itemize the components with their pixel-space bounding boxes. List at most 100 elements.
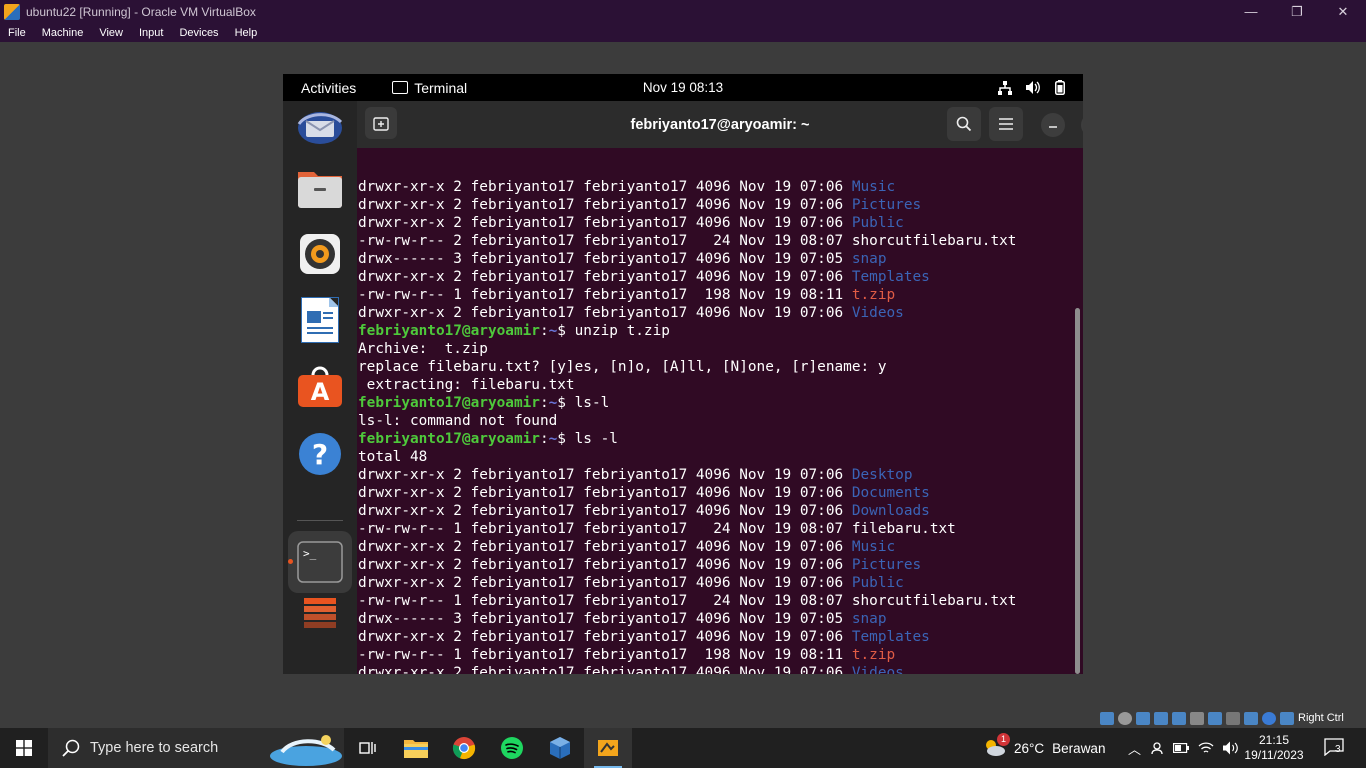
svg-text:>_: >_ — [303, 547, 317, 560]
dock-libreoffice-writer[interactable] — [297, 297, 343, 343]
tray-battery-icon[interactable] — [1173, 742, 1190, 754]
terminal-icon: >_ — [297, 541, 343, 583]
clock-time: 21:15 — [1258, 733, 1290, 747]
terminal-line-segment: $ ls-l — [557, 395, 610, 411]
new-tab-button[interactable] — [365, 107, 397, 139]
dock-files[interactable] — [297, 165, 343, 211]
terminal-line-segment: snap — [851, 251, 887, 267]
windows-logo-icon — [16, 740, 32, 756]
virtualbox-icon — [550, 737, 570, 759]
keyboard-capture-icon[interactable] — [1280, 711, 1294, 725]
terminal-scrollbar[interactable] — [1075, 308, 1080, 674]
menu-view[interactable]: View — [91, 27, 131, 39]
tray-volume-icon[interactable] — [1223, 741, 1239, 755]
dock-thunderbird[interactable] — [297, 105, 343, 151]
notification-count: 3 — [1335, 743, 1341, 755]
vbox-titlebar: ubuntu22 [Running] - Oracle VM VirtualBo… — [0, 0, 1366, 23]
terminal-line-segment: ~ — [548, 431, 558, 447]
terminal-line: extracting: filebaru.txt — [358, 376, 1068, 394]
activities-button[interactable]: Activities — [301, 80, 356, 96]
host-key-label: Right Ctrl — [1298, 712, 1344, 724]
terminal-line-segment: snap — [851, 611, 887, 627]
menu-machine[interactable]: Machine — [34, 27, 92, 39]
search-icon — [62, 739, 80, 757]
usb-icon[interactable] — [1172, 711, 1186, 725]
terminal-line: drwxr-xr-x 2 febriyanto17 febriyanto17 4… — [358, 664, 1068, 674]
network-adapter-icon[interactable] — [1154, 711, 1168, 725]
dock-separator — [297, 520, 343, 521]
notification-center-button[interactable]: 3 — [1324, 737, 1344, 759]
terminal-window[interactable]: febriyanto17@aryoamir: ~ drwxr-xr-x 2 fe… — [357, 101, 1083, 674]
weather-widget[interactable]: 1 26°C Berawan — [982, 732, 1105, 760]
terminal-line-segment: Documents — [851, 485, 930, 501]
minimize-icon — [1049, 126, 1057, 128]
terminal-line-segment: drwxr-xr-x 2 febriyanto17 febriyanto17 4… — [358, 503, 852, 519]
search-button[interactable] — [947, 107, 981, 141]
weather-badge: 1 — [997, 732, 1010, 746]
taskbar-search-box[interactable]: Type here to search — [48, 728, 344, 768]
app-menu[interactable]: Terminal — [392, 80, 467, 96]
battery-icon — [1055, 80, 1065, 95]
menu-file[interactable]: File — [0, 27, 34, 39]
maximize-button[interactable]: ❐ — [1274, 0, 1320, 23]
terminal-line-segment: : — [539, 395, 549, 411]
terminal-minimize-button[interactable] — [1041, 113, 1065, 137]
terminal-line: drwxr-xr-x 2 febriyanto17 febriyanto17 4… — [358, 214, 1068, 232]
cpu-icon[interactable] — [1244, 711, 1258, 725]
terminal-line-segment: febriyanto17@aryoamir — [358, 323, 540, 339]
terminal-line: drwxr-xr-x 2 febriyanto17 febriyanto17 4… — [358, 178, 1068, 196]
terminal-line-segment: Public — [851, 575, 904, 591]
dock-software[interactable]: A — [297, 363, 343, 409]
audio-icon[interactable] — [1136, 711, 1150, 725]
taskbar-file-explorer[interactable] — [392, 728, 440, 768]
dock-help[interactable]: ? — [297, 431, 343, 477]
terminal-line: -rw-rw-r-- 1 febriyanto17 febriyanto17 2… — [358, 520, 1068, 538]
dock-files-stack[interactable] — [297, 595, 343, 631]
close-button[interactable]: ✕ — [1320, 0, 1366, 23]
files-icon — [298, 172, 342, 208]
minimize-button[interactable]: — — [1228, 0, 1274, 23]
display-icon[interactable] — [1208, 711, 1222, 725]
terminal-line: drwxr-xr-x 2 febriyanto17 febriyanto17 4… — [358, 196, 1068, 214]
gnome-top-bar: Activities Terminal Nov 19 08:13 — [283, 74, 1083, 101]
taskbar-spotify[interactable] — [488, 728, 536, 768]
optical-drive-icon[interactable] — [1118, 711, 1132, 725]
terminal-line-segment: febriyanto17@aryoamir — [358, 395, 540, 411]
taskbar-chrome[interactable] — [440, 728, 488, 768]
terminal-line-segment: t.zip — [851, 287, 896, 303]
dock-rhythmbox[interactable] — [297, 231, 343, 277]
tray-meet-icon[interactable] — [1150, 741, 1164, 755]
terminal-maximize-button[interactable] — [1081, 113, 1083, 137]
recording-icon[interactable] — [1226, 711, 1240, 725]
shared-folders-icon[interactable] — [1190, 711, 1204, 725]
menu-button[interactable] — [989, 107, 1023, 141]
show-hidden-icons-chevron-icon[interactable]: ︿ — [1128, 739, 1141, 758]
ubuntu-dock: A ? >_ — [283, 101, 357, 674]
terminal-line-segment: Templates — [851, 629, 930, 645]
taskbar-vm-window[interactable] — [584, 728, 632, 768]
menu-devices[interactable]: Devices — [171, 27, 226, 39]
terminal-line-segment: : — [539, 323, 549, 339]
taskbar-clock[interactable]: 21:15 19/11/2023 — [1238, 733, 1310, 763]
terminal-line-segment: drwxr-xr-x 2 febriyanto17 febriyanto17 4… — [358, 629, 852, 645]
terminal-line-segment: $ unzip t.zip — [557, 323, 670, 339]
terminal-line-segment: -rw-rw-r-- 1 febriyanto17 febriyanto17 2… — [358, 593, 1017, 609]
taskbar-virtualbox[interactable] — [536, 728, 584, 768]
mouse-integration-icon[interactable] — [1262, 711, 1276, 725]
terminal-body[interactable]: drwxr-xr-x 2 febriyanto17 febriyanto17 4… — [357, 148, 1083, 674]
dock-terminal[interactable]: >_ — [297, 539, 343, 585]
system-status-area[interactable] — [998, 80, 1065, 95]
terminal-line-segment: Archive: t.zip — [358, 341, 488, 357]
tray-wifi-icon[interactable] — [1198, 741, 1214, 755]
start-button[interactable] — [0, 728, 48, 768]
terminal-line: Archive: t.zip — [358, 340, 1068, 358]
menu-help[interactable]: Help — [227, 27, 266, 39]
virtualbox-logo-icon — [4, 3, 20, 20]
vbox-statusbar: Right Ctrl — [1100, 708, 1366, 728]
task-view-button[interactable] — [344, 728, 392, 768]
menu-input[interactable]: Input — [131, 27, 171, 39]
hard-disk-icon[interactable] — [1100, 711, 1114, 725]
terminal-line-segment: drwxr-xr-x 2 febriyanto17 febriyanto17 4… — [358, 575, 852, 591]
chrome-icon — [452, 737, 476, 760]
ubuntu-guest-screen[interactable]: Activities Terminal Nov 19 08:13 A ? >_ … — [283, 74, 1083, 674]
